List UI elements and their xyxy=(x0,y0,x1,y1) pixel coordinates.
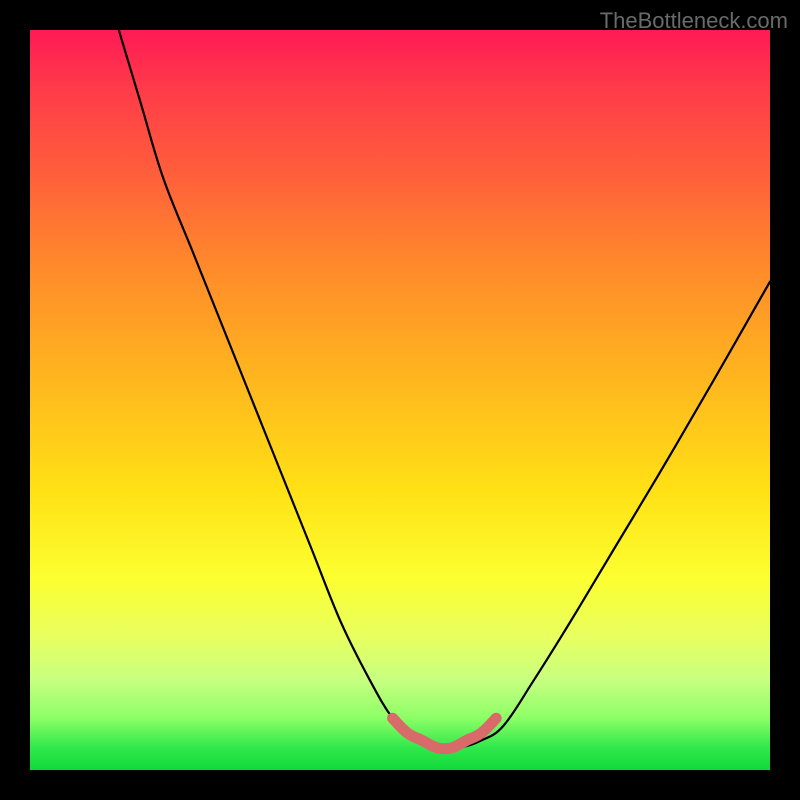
curve-svg xyxy=(30,30,770,770)
plot-area xyxy=(30,30,770,770)
watermark-text: TheBottleneck.com xyxy=(600,8,788,34)
minimum-highlight-path xyxy=(393,718,497,749)
chart-frame: TheBottleneck.com xyxy=(0,0,800,800)
bottleneck-curve-path xyxy=(119,30,770,749)
